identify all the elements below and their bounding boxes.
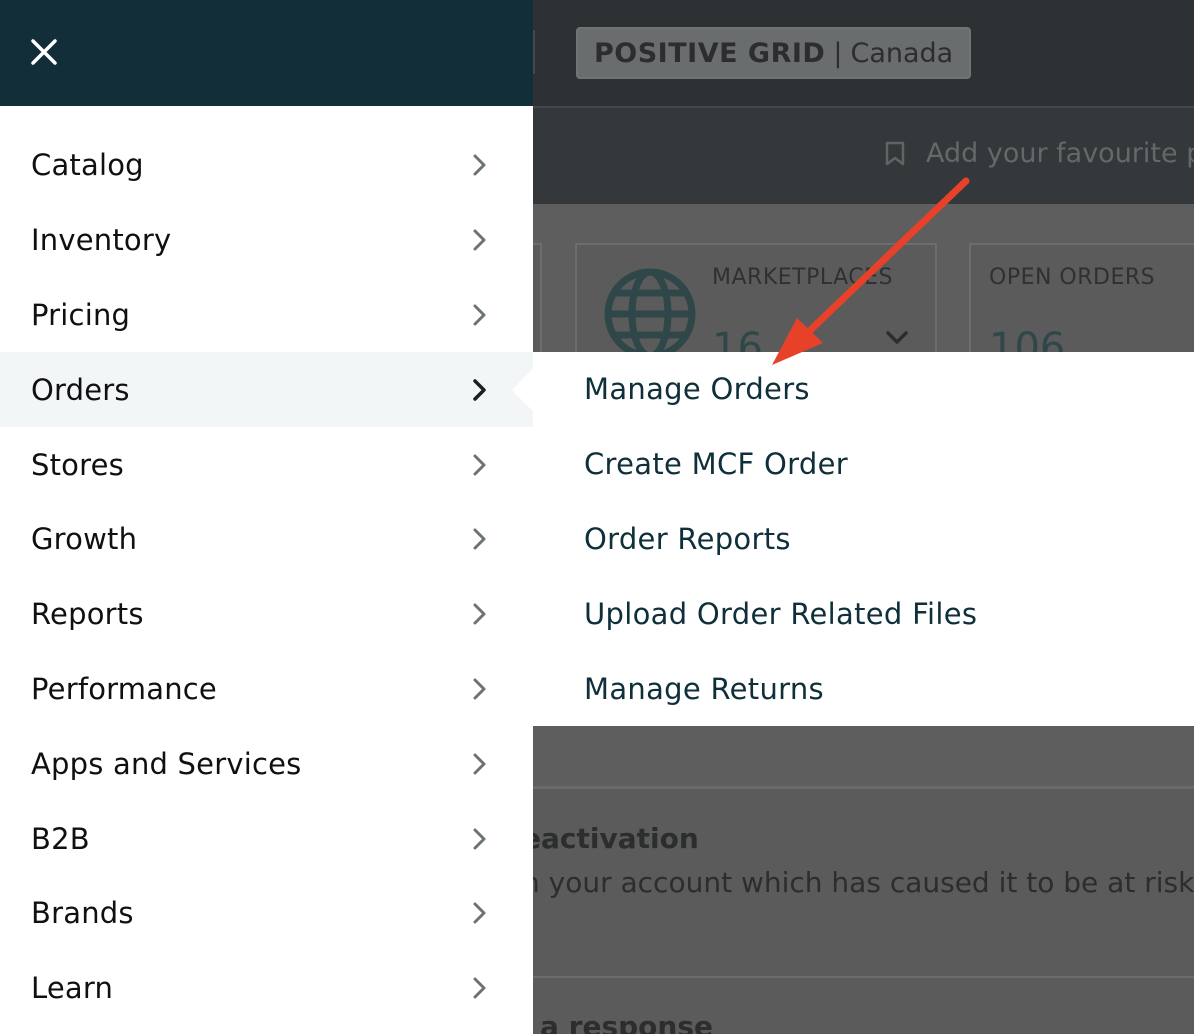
chevron-right-icon: [473, 753, 486, 775]
menu-item-pricing[interactable]: Pricing: [0, 278, 533, 353]
menu-item-label: Inventory: [31, 223, 172, 258]
close-icon: [31, 39, 57, 65]
menu-item-reports[interactable]: Reports: [0, 577, 533, 652]
chevron-right-icon: [473, 304, 486, 326]
chevron-right-icon: [473, 229, 486, 251]
submenu-item-manage-orders[interactable]: Manage Orders: [584, 352, 977, 427]
store-region: Canada: [850, 37, 954, 69]
chevron-right-icon: [473, 977, 486, 999]
menu-item-learn[interactable]: Learn: [0, 951, 533, 1026]
submenu-item-create-mcf-order[interactable]: Create MCF Order: [584, 427, 977, 502]
favourites-prompt[interactable]: Add your favourite p: [884, 138, 1194, 169]
chevron-right-icon: [473, 154, 486, 176]
drawer-menu: Catalog Inventory Pricing Orders Stores …: [0, 128, 533, 1026]
chevron-right-icon: [473, 828, 486, 850]
orders-submenu: Manage Orders Create MCF Order Order Rep…: [533, 352, 1194, 726]
menu-item-label: Growth: [31, 522, 138, 557]
card-label-marketplaces: MARKETPLACES: [712, 265, 894, 290]
menu-item-performance[interactable]: Performance: [0, 652, 533, 727]
store-separator: |: [833, 37, 843, 69]
menu-item-label: B2B: [31, 821, 90, 856]
store-switcher[interactable]: POSITIVE GRID | Canada: [576, 27, 972, 79]
menu-item-label: Reports: [31, 597, 144, 632]
top-bar-divider: [533, 30, 535, 74]
submenu-item-manage-returns[interactable]: Manage Returns: [584, 651, 977, 726]
menu-item-inventory[interactable]: Inventory: [0, 203, 533, 278]
notice-body: n your account which has caused it to be…: [522, 866, 1194, 899]
close-button[interactable]: [26, 34, 62, 70]
bookmark-icon: [885, 141, 905, 165]
menu-item-b2b[interactable]: B2B: [0, 801, 533, 876]
notice-divider: [480, 976, 1194, 978]
submenu-item-upload-order-related-files[interactable]: Upload Order Related Files: [584, 576, 977, 651]
menu-item-label: Stores: [31, 447, 124, 482]
menu-item-label: Learn: [31, 971, 114, 1006]
menu-item-label: Apps and Services: [31, 746, 302, 781]
chevron-right-icon: [473, 678, 486, 700]
menu-item-stores[interactable]: Stores: [0, 427, 533, 502]
menu-item-brands[interactable]: Brands: [0, 876, 533, 951]
globe-icon: [604, 268, 696, 360]
card-label-open-orders: OPEN ORDERS: [989, 265, 1156, 290]
menu-item-catalog[interactable]: Catalog: [0, 128, 533, 203]
menu-item-apps-and-services[interactable]: Apps and Services: [0, 726, 533, 801]
menu-item-label: Brands: [31, 896, 134, 931]
notice-title: eactivation: [522, 822, 699, 855]
favourites-prompt-text: Add your favourite p: [926, 138, 1194, 169]
chevron-right-icon: [473, 902, 486, 924]
menu-item-orders[interactable]: Orders: [0, 352, 533, 428]
chevron-down-icon[interactable]: [885, 330, 909, 346]
chevron-right-icon: [473, 528, 486, 550]
menu-item-label: Pricing: [31, 297, 131, 332]
navigation-drawer: Catalog Inventory Pricing Orders Stores …: [0, 0, 533, 1034]
drawer-header: [0, 0, 533, 106]
notice-footer: a response: [540, 1010, 713, 1034]
chevron-right-icon: [473, 454, 486, 476]
chevron-right-icon: [473, 379, 486, 401]
orders-submenu-list: Manage Orders Create MCF Order Order Rep…: [584, 352, 977, 726]
menu-item-growth[interactable]: Growth: [0, 502, 533, 577]
menu-item-label: Orders: [31, 372, 130, 407]
submenu-item-order-reports[interactable]: Order Reports: [584, 502, 977, 577]
menu-item-label: Catalog: [31, 148, 144, 183]
menu-item-label: Performance: [31, 671, 217, 706]
chevron-right-icon: [473, 603, 486, 625]
store-name: POSITIVE GRID: [594, 37, 826, 69]
